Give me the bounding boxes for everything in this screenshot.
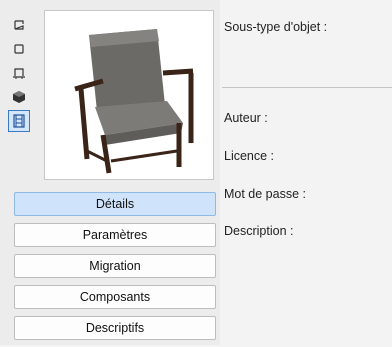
license-label: Licence : — [224, 149, 275, 163]
tab-list: Détails Paramètres Migration Composants … — [14, 192, 216, 347]
tab-details[interactable]: Détails — [14, 192, 216, 216]
password-label: Mot de passe : — [224, 187, 306, 201]
view-icon-toolbar — [8, 14, 34, 134]
tab-parameters[interactable]: Paramètres — [14, 223, 216, 247]
subtype-label: Sous-type d'objet : — [224, 20, 328, 34]
divider — [222, 87, 392, 88]
description-label: Description : — [224, 224, 294, 238]
elevation-symbol-icon[interactable] — [8, 62, 30, 84]
tab-descriptors[interactable]: Descriptifs — [14, 316, 216, 340]
plan-symbol-icon[interactable] — [8, 14, 30, 36]
object-preview — [44, 10, 214, 180]
tab-components[interactable]: Composants — [14, 285, 216, 309]
tab-migration[interactable]: Migration — [14, 254, 216, 278]
author-label: Auteur : — [224, 111, 268, 125]
preview-picture-icon[interactable] — [8, 110, 30, 132]
details-panel: Sous-type d'objet : Auteur : Licence : M… — [222, 0, 392, 345]
3d-view-icon[interactable] — [8, 86, 30, 108]
armchair-image — [74, 29, 194, 174]
section-symbol-icon[interactable] — [8, 38, 30, 60]
left-panel: Détails Paramètres Migration Composants … — [0, 0, 220, 345]
